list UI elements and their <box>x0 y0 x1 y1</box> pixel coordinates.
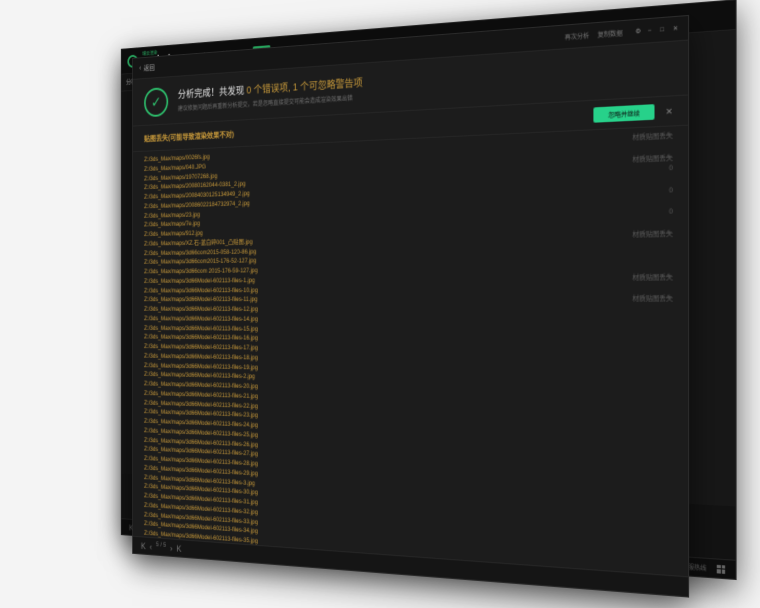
close-icon[interactable]: ✕ <box>673 25 680 33</box>
chevron-left-icon: ‹ <box>139 65 141 72</box>
pager-next-icon[interactable]: › <box>170 543 174 553</box>
grid-icon[interactable] <box>717 564 725 573</box>
file-path: Z:/3ds_Max/maps/3d66Model-602113-files-1… <box>144 305 258 315</box>
file-path: Z:/3ds_Max/maps/3d66Model-602113-files-1… <box>144 286 258 296</box>
file-status <box>641 251 673 262</box>
file-status <box>641 262 673 273</box>
file-status: 0 <box>637 207 673 219</box>
pager-pos: 5/5 <box>156 542 168 552</box>
section-title: 贴图丢失(可能导致渲染效果不对) <box>144 128 234 143</box>
file-status <box>641 218 673 230</box>
file-path: Z:/3ds_Max/maps/3d66Model-602113-files-1… <box>144 295 257 305</box>
file-status <box>641 391 673 403</box>
pager-first-icon[interactable]: K <box>141 541 147 551</box>
link-reanalyze[interactable]: 再次分析 <box>565 30 590 42</box>
dialog-pager[interactable]: K ‹ 5/5 › K <box>141 541 183 554</box>
file-status <box>641 240 673 251</box>
file-row[interactable]: Z:/3ds_Max/maps/3d66Model-602113-files-1… <box>144 294 673 305</box>
file-status <box>641 359 673 370</box>
gear-icon[interactable]: ⚙ <box>635 27 641 35</box>
link-copy[interactable]: 复制数据 <box>598 28 623 40</box>
file-status <box>641 381 673 393</box>
file-status <box>641 305 673 316</box>
minimize-icon[interactable]: − <box>648 28 654 35</box>
file-status <box>641 337 673 348</box>
file-status <box>641 196 673 208</box>
file-status: 材质贴图丢失 <box>601 294 673 305</box>
file-status <box>641 370 673 381</box>
missing-files-list: Z:/3ds_Max/maps/0026fs.jpg材质贴图丢失Z:/3ds_M… <box>144 131 673 576</box>
file-status <box>641 348 673 359</box>
section-close-icon[interactable]: ✕ <box>666 106 673 116</box>
pager-prev-icon[interactable]: ‹ <box>150 541 154 551</box>
file-status <box>641 316 673 327</box>
file-list-body: Z:/3ds_Max/maps/0026fs.jpg材质贴图丢失Z:/3ds_M… <box>133 126 688 576</box>
file-path: Z:/3ds_Max/maps/3d66Model-602113-files-1… <box>144 276 255 286</box>
back-button[interactable]: ‹ 返回 <box>139 63 154 74</box>
ignore-continue-button[interactable]: 忽略并继续 <box>594 104 655 123</box>
window-controls: ⚙ − □ ✕ <box>631 25 679 36</box>
pager-last-icon[interactable]: K <box>177 543 184 553</box>
analysis-dialog: ‹ 返回 再次分析 复制数据 ⚙ − □ ✕ ✓ 分析完成！共发现 0 个错误项… <box>132 15 689 598</box>
file-status <box>641 283 673 294</box>
file-status: 材质贴图丢失 <box>601 272 673 283</box>
maximize-icon[interactable]: □ <box>660 27 666 34</box>
back-label: 返回 <box>144 63 155 73</box>
file-status <box>641 327 673 338</box>
banner-title-a: 分析完成！共发现 <box>178 86 247 101</box>
checkmark-icon: ✓ <box>144 87 168 117</box>
